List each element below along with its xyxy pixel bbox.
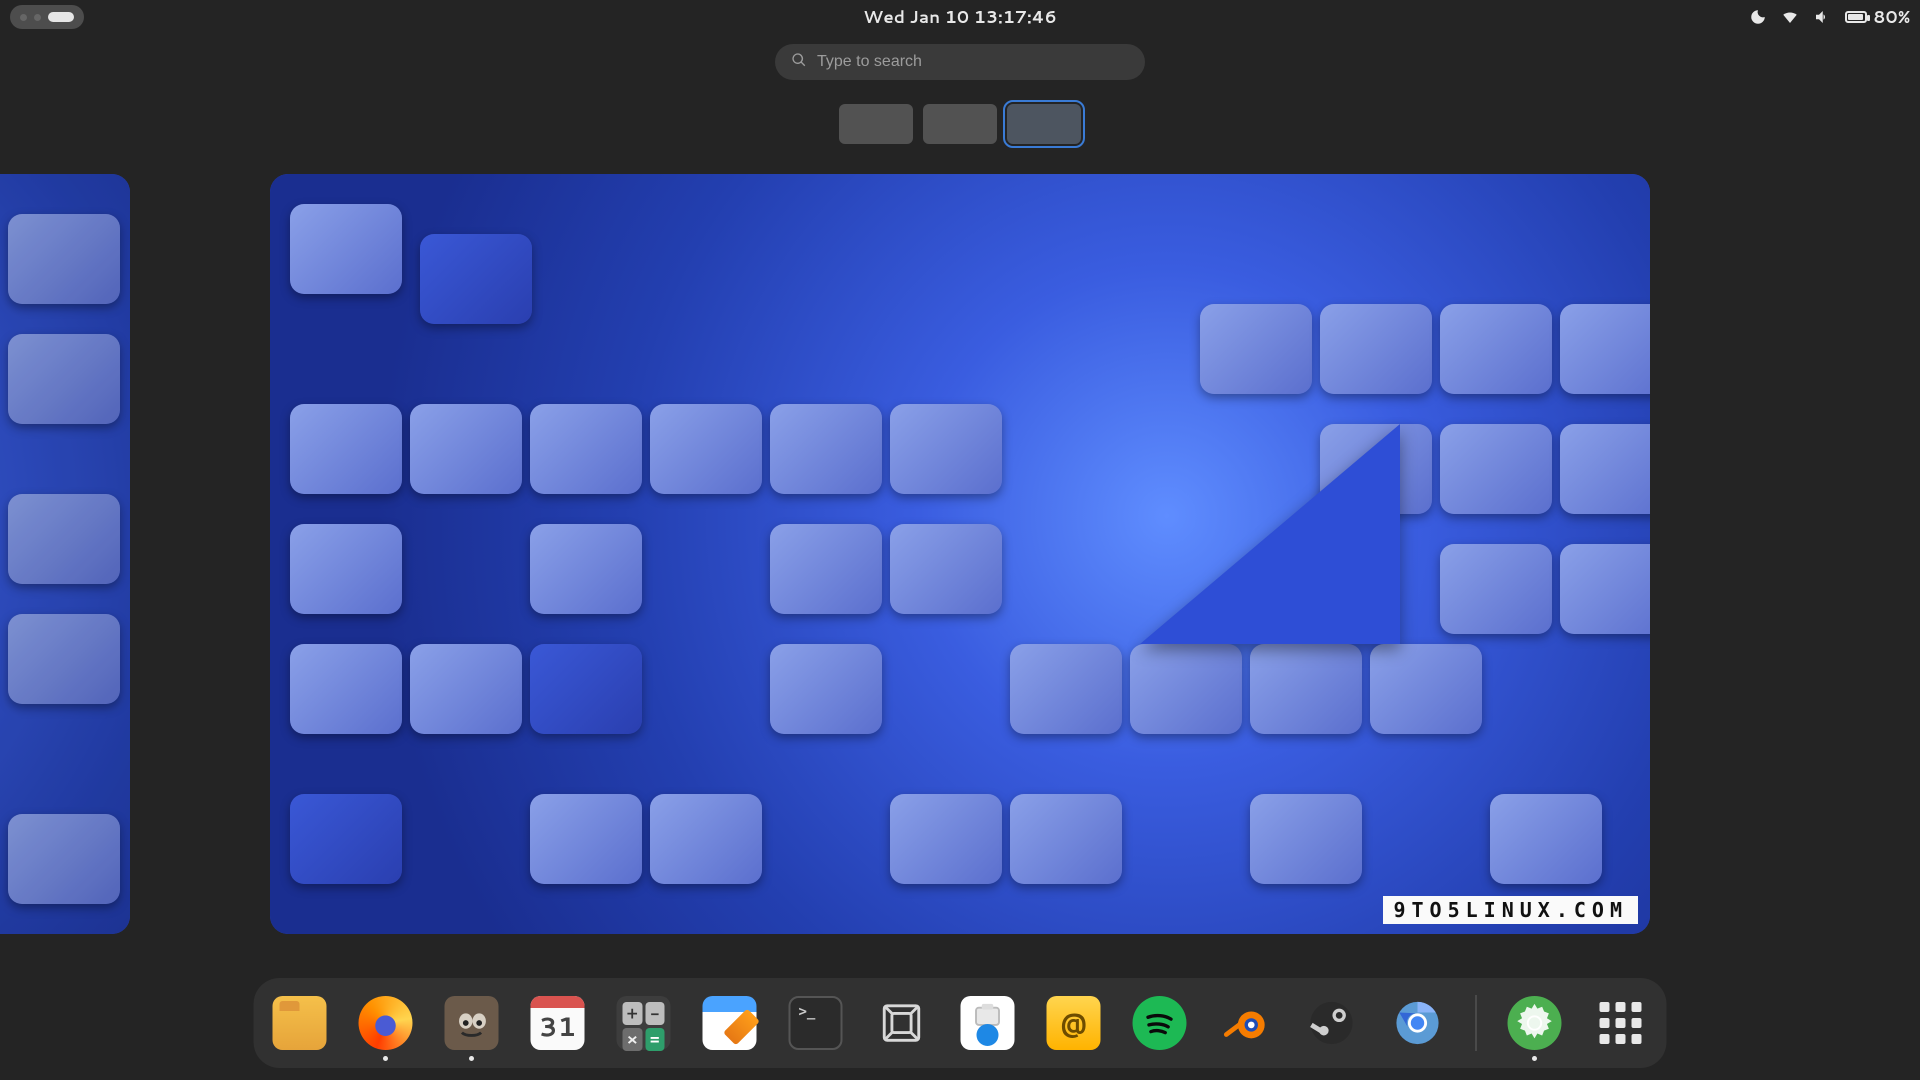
top-panel: Wed Jan 10 13:17:46 80%	[0, 0, 1920, 34]
clock[interactable]: Wed Jan 10 13:17:46	[863, 0, 1057, 34]
dock-item-firefox[interactable]	[358, 995, 414, 1051]
settings-icon	[1508, 996, 1562, 1050]
steam-icon	[1305, 996, 1359, 1050]
workspace-current[interactable]: 9TO5LINUX.COM	[270, 174, 1650, 934]
workspace-thumb-1[interactable]	[839, 104, 913, 144]
calculator-icon: +−×=	[617, 996, 671, 1050]
search-input[interactable]	[817, 53, 1129, 71]
dock-item-steam[interactable]	[1304, 995, 1360, 1051]
ws-indicator-dot	[34, 14, 41, 21]
dock-item-spotify[interactable]	[1132, 995, 1188, 1051]
ws-indicator-dot	[20, 14, 27, 21]
watermark-label: 9TO5LINUX.COM	[1383, 896, 1638, 924]
wifi-icon	[1781, 8, 1799, 26]
dock-item-chromium[interactable]	[1390, 995, 1446, 1051]
workspace-stage: 9TO5LINUX.COM	[0, 174, 1920, 934]
firefox-icon	[359, 996, 413, 1050]
software-icon	[961, 996, 1015, 1050]
dock-item-settings[interactable]	[1507, 995, 1563, 1051]
running-indicator	[383, 1056, 388, 1061]
show-apps-icon	[1600, 1002, 1642, 1044]
dock-item-text-editor[interactable]	[702, 995, 758, 1051]
ws-indicator-active	[48, 12, 74, 22]
datetime-label: Wed Jan 10 13:17:46	[863, 5, 1057, 29]
workspace-thumbnails	[839, 104, 1081, 144]
mail-icon	[1047, 996, 1101, 1050]
battery-percent: 80%	[1873, 5, 1910, 29]
text-editor-icon	[703, 996, 757, 1050]
volume-icon	[1813, 8, 1831, 26]
spotify-icon	[1133, 996, 1187, 1050]
calendar-day-label: 31	[539, 1009, 576, 1045]
dock-item-files[interactable]	[272, 995, 328, 1051]
battery-indicator: 80%	[1845, 5, 1910, 29]
search-icon	[791, 51, 807, 74]
chromium-icon	[1391, 996, 1445, 1050]
system-tray[interactable]: 80%	[1749, 5, 1910, 29]
gimp-icon	[445, 996, 499, 1050]
dock-item-geary[interactable]	[1046, 995, 1102, 1051]
calendar-icon: 31	[531, 996, 585, 1050]
dock-item-calculator[interactable]: +−×=	[616, 995, 672, 1051]
terminal-icon	[789, 996, 843, 1050]
dock-item-gimp[interactable]	[444, 995, 500, 1051]
running-indicator	[1532, 1056, 1537, 1061]
night-light-icon	[1749, 8, 1767, 26]
workspace-thumb-2[interactable]	[923, 104, 997, 144]
dock-separator	[1476, 995, 1477, 1051]
dock-item-calendar[interactable]: 31	[530, 995, 586, 1051]
running-indicator	[469, 1056, 474, 1061]
dock-item-software[interactable]	[960, 995, 1016, 1051]
activities-button[interactable]	[10, 5, 84, 29]
dock-item-show-apps[interactable]	[1593, 995, 1649, 1051]
dash: 31 +−×=	[254, 978, 1667, 1068]
files-icon	[273, 996, 327, 1050]
dock-item-blender[interactable]	[1218, 995, 1274, 1051]
workspace-previous[interactable]	[0, 174, 130, 934]
overview-search[interactable]	[775, 44, 1145, 80]
blender-icon	[1219, 996, 1273, 1050]
workspace-thumb-3[interactable]	[1007, 104, 1081, 144]
dock-item-terminal[interactable]	[788, 995, 844, 1051]
battery-icon	[1845, 11, 1867, 23]
boxes-icon	[875, 996, 929, 1050]
dock-item-boxes[interactable]	[874, 995, 930, 1051]
